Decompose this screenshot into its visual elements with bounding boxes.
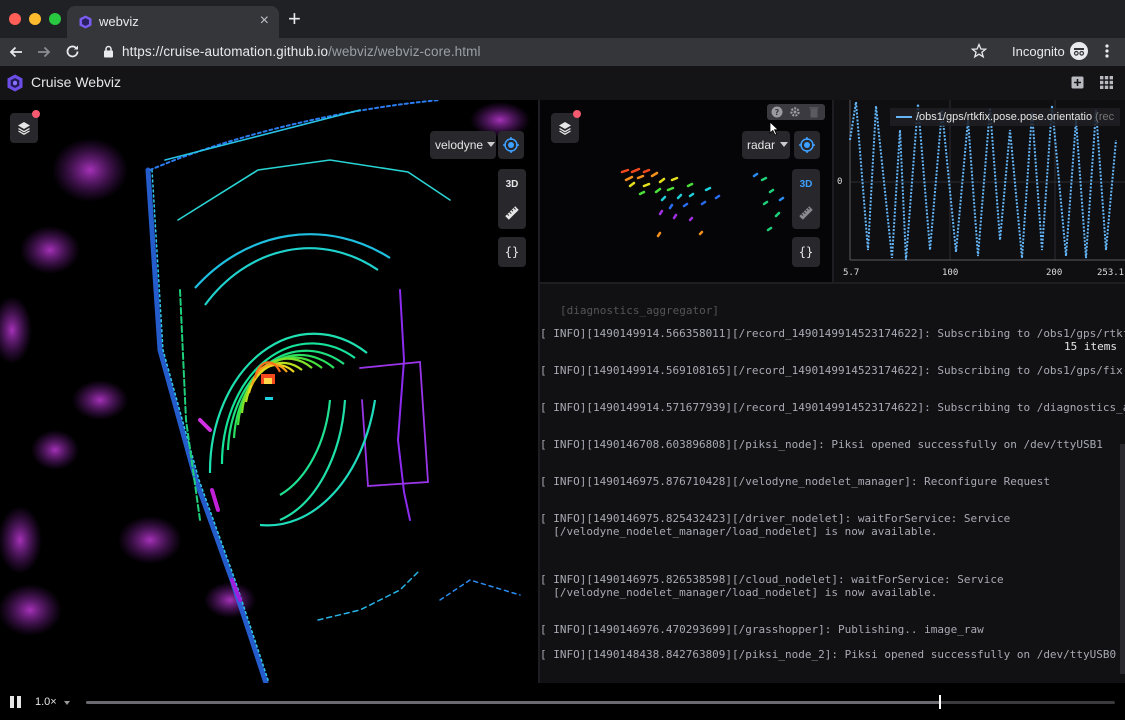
minimize-window-button[interactable] [29,13,41,25]
plot-panel[interactable]: 0 5.7 100 200 253.1 /obs1/gps/rtkfix.pos… [834,100,1125,282]
chevron-down-icon [780,142,788,147]
mouse-cursor-icon [769,121,779,136]
log-line[interactable]: [ INFO][1490149914.571677939][/record_14… [540,401,1125,414]
playback-timeline[interactable] [86,695,1115,709]
legend-label: /obs1/gps/rtkfix.pose.pose.orientatio [916,111,1093,123]
webviz-favicon-icon [79,15,92,29]
log-item-count: 15 items [1064,340,1117,353]
log-line[interactable]: [ INFO][1490148438.842763809][/piksi_nod… [540,648,1116,661]
log-line[interactable]: [ INFO][1490149914.569108165][/record_14… [540,364,1123,377]
x-tick-label: 5.7 [843,268,860,278]
x-tick-label: 253.1 [1097,268,1125,278]
json-edit-button[interactable]: {} [792,237,820,267]
legend-overflow-text: (rec [1095,111,1115,123]
browser-address-bar: https://cruise-automation.github.io/webv… [0,38,1125,66]
log-line[interactable]: [ INFO][1490146976.470293699][/grasshopp… [540,623,984,636]
forward-icon[interactable] [36,44,52,60]
webviz-logo-icon [7,74,23,92]
follow-target-button[interactable] [498,131,524,159]
url-field[interactable]: https://cruise-automation.github.io/webv… [122,44,481,59]
point-cloud-view[interactable] [0,100,538,683]
ego-vehicle [261,374,275,400]
trash-icon[interactable] [809,106,819,118]
chevron-down-icon [487,142,495,147]
radar-3d-panel[interactable]: radar 3D {} [540,100,832,282]
add-panel-icon[interactable] [1071,76,1084,89]
profile-label: Incognito [1012,44,1065,59]
url-host: https://cruise-automation.github.io [122,44,329,59]
x-tick-label: 200 [1046,268,1063,278]
back-icon[interactable] [8,44,24,60]
follow-target-icon [503,137,519,153]
toggle-3d-button[interactable]: 3D [498,169,526,190]
layout-grid-icon[interactable] [1100,76,1113,89]
log-scrollbar[interactable] [1120,444,1125,674]
url-path: /webviz/webviz-core.html [328,44,481,59]
log-line[interactable]: [ INFO][1490146975.876710428][/velodyne_… [540,475,1050,488]
json-edit-button[interactable]: {} [498,237,526,267]
follow-target-button[interactable] [794,131,820,159]
log-line[interactable]: [ INFO][1490149914.566358011][/record_14… [540,327,1125,340]
layers-icon [559,122,571,135]
lock-icon [104,45,113,58]
lidar-rings [194,233,391,527]
radar-points [620,167,785,238]
reload-icon[interactable] [64,43,81,60]
plot-legend[interactable]: /obs1/gps/rtkfix.pose.pose.orientatio (r… [890,108,1121,126]
view-toolbox: 3D [792,169,820,229]
y-tick-label: 0 [837,177,843,187]
svg-text:?: ? [775,108,780,117]
browser-tab-webviz[interactable]: webviz × [67,6,279,38]
notification-dot [573,110,581,118]
ruler-icon[interactable] [798,205,814,221]
playback-scrubber[interactable] [939,695,942,709]
road-edge-points [145,100,521,683]
topic-dropdown-label: velodyne [435,138,484,152]
tab-close-icon[interactable]: × [260,12,269,30]
maximize-window-button[interactable] [49,13,61,25]
rosout-log-panel[interactable]: [diagnostics_aggregator] 15 items [ INFO… [540,284,1125,683]
browser-tab-bar: webviz × + [0,0,1125,38]
notification-dot [32,110,40,118]
view-toolbox: 3D [498,169,526,229]
radar-point-view[interactable] [540,100,832,282]
app-title: Cruise Webviz [31,74,121,90]
help-icon[interactable]: ? [771,106,783,118]
topic-dropdown-velodyne[interactable]: velodyne [430,131,496,159]
follow-target-icon [799,137,815,153]
topic-dropdown-radar[interactable]: radar [742,131,790,159]
app-header: Cruise Webviz [0,66,1125,101]
velodyne-3d-panel[interactable]: velodyne 3D {} [0,100,538,683]
log-line[interactable]: [ INFO][1490146975.826538598][/cloud_nod… [540,573,1004,586]
playback-speed-select[interactable]: 1.0× [35,696,57,708]
x-tick-label: 100 [942,268,959,278]
layers-icon [18,122,30,135]
ruler-icon[interactable] [504,205,520,221]
pause-icon[interactable] [10,696,22,708]
topic-dropdown-label: radar [747,138,776,152]
legend-swatch [896,116,912,118]
panel-toolbar: ? [767,104,825,120]
log-line-partial: [diagnostics_aggregator] [560,304,719,317]
star-icon[interactable] [971,43,987,59]
incognito-icon[interactable] [1070,42,1088,60]
kebab-menu-icon[interactable] [1100,43,1114,59]
tab-title: webviz [99,14,139,29]
playback-progress-fill [86,701,941,704]
toggle-3d-button[interactable]: 3D [792,169,820,190]
plot-chart[interactable] [834,100,1125,282]
playback-controls: 1.0× [0,683,1125,720]
new-tab-icon[interactable]: + [288,7,301,31]
log-line[interactable]: [ INFO][1490146975.825432423][/driver_no… [540,512,1010,525]
settings-icon[interactable] [789,106,801,118]
speed-caret-icon[interactable] [64,701,70,705]
close-window-button[interactable] [9,13,21,25]
log-line[interactable]: [ INFO][1490146708.603896808][/piksi_nod… [540,438,1103,451]
log-line[interactable]: [/velodyne_nodelet_manager/load_nodelet]… [540,525,937,538]
log-line[interactable]: [/velodyne_nodelet_manager/load_nodelet]… [540,586,937,599]
